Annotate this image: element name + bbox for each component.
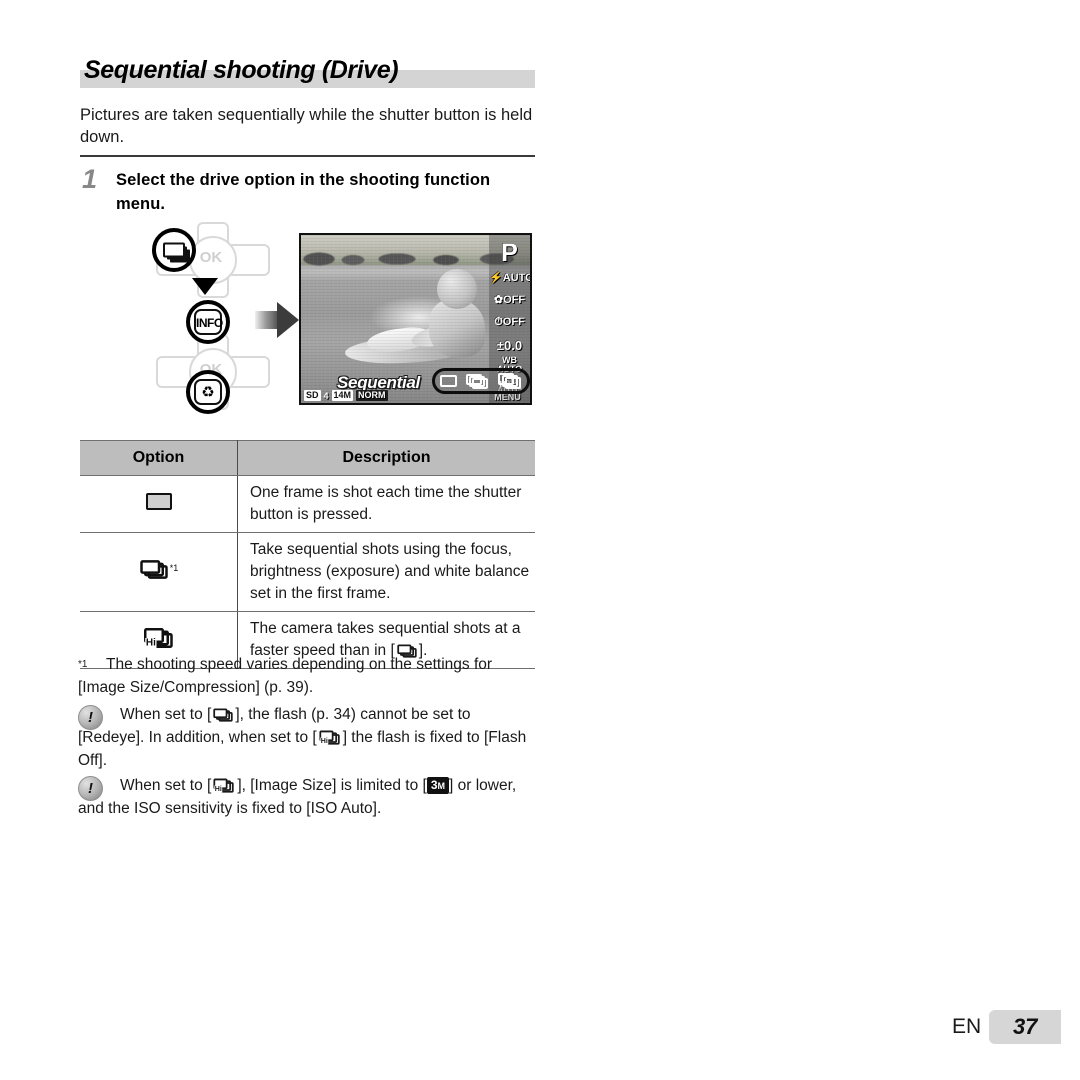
caution-icon: ! (78, 705, 103, 730)
single-frame-icon (145, 493, 172, 515)
step-number: 1 (82, 164, 98, 194)
card-indicator: SD (304, 390, 321, 401)
down-arrow-icon (192, 278, 218, 295)
sequential-button-highlight[interactable] (152, 228, 196, 272)
page-title: Sequential shooting (Drive) (84, 56, 399, 84)
description-cell: One frame is shot each time the shutter … (237, 475, 535, 533)
note-text-part1: When set to [ (120, 777, 212, 794)
manual-page: Sequential shooting (Drive) Pictures are… (0, 0, 1080, 1080)
image-size-3m-badge: 3M (426, 777, 450, 794)
exposure-compensation-indicator: ±0.0 (496, 338, 523, 353)
right-arrow-icon (255, 302, 299, 338)
hi-sequential-icon[interactable]: Hi (498, 373, 522, 389)
sequential-button-icon (163, 242, 185, 258)
step-instruction: Select the drive option in the shooting … (116, 171, 491, 213)
flash-mode-indicator: ⚡AUTO (489, 272, 532, 284)
note-image-size-restriction: ! When set to [Hi], [Image Size] is limi… (78, 774, 540, 820)
column-header-option: Option (80, 440, 238, 476)
note-text-part1: When set to [ (120, 706, 212, 723)
page-number: 37 (989, 1010, 1062, 1044)
sequential-icon: *1 (139, 560, 179, 582)
note-flash-restriction: ! When set to [], the flash (p. 34) cann… (78, 703, 540, 772)
table-header-row: Option Description (80, 440, 535, 476)
trash-button-highlight[interactable]: ♻ (186, 370, 230, 414)
hi-sequential-icon: Hi (319, 730, 340, 745)
single-frame-icon[interactable] (439, 375, 457, 387)
footnote: *1 The shooting speed varies depending o… (78, 653, 540, 699)
footnote-mark: *1 (169, 562, 179, 573)
info-button-highlight[interactable]: INFO (186, 300, 230, 344)
shots-remaining: 4 (323, 390, 329, 401)
info-icon: INFO (194, 309, 223, 335)
option-cell: *1 (80, 532, 238, 612)
hi-sequential-icon: Hi (213, 778, 235, 793)
quality-indicator: NORM (356, 390, 388, 401)
language-code: EN (952, 1015, 982, 1038)
description-cell: Take sequential shots using the focus, b… (237, 532, 535, 612)
column-header-description: Description (237, 440, 535, 476)
note-text: When set to [], the flash (p. 34) cannot… (78, 706, 526, 769)
self-timer-indicator: ⏱OFF (494, 316, 525, 328)
page-footer: EN 37 (952, 1010, 1062, 1044)
caution-icon: ! (78, 776, 103, 801)
options-table: Option Description One frame is shot eac… (80, 440, 535, 669)
sequential-icon (213, 708, 234, 722)
macro-mode-indicator: ✿OFF (493, 294, 526, 306)
section-heading: Sequential shooting (Drive) (80, 56, 535, 90)
option-cell (80, 475, 238, 533)
ok-button-label: OK (199, 249, 223, 266)
lcd-status-bar: SD 4 14M NORM (304, 390, 388, 401)
note-text-part2: ], [Image Size] is limited to [ (237, 777, 427, 794)
table-row: *1 Take sequential shots using the focus… (80, 532, 535, 612)
trash-icon: ♻ (194, 379, 222, 405)
hi-sequential-icon: Hi (143, 627, 175, 651)
sequential-icon[interactable] (466, 373, 489, 389)
shooting-mode-indicator: P (501, 239, 518, 267)
drive-mode-selector[interactable]: Hi (432, 368, 530, 394)
note-text: When set to [Hi], [Image Size] is limite… (78, 777, 516, 817)
image-size-indicator: 14M (331, 390, 354, 401)
footnote-mark: *1 (78, 659, 88, 670)
footnote-text: The shooting speed varies depending on t… (78, 656, 493, 696)
camera-lcd-screen: P ⚡AUTO ✿OFF ⏱OFF ±0.0 WB AUTO ISO AUTO … (299, 233, 532, 405)
section-divider (80, 155, 535, 157)
table-row: One frame is shot each time the shutter … (80, 475, 535, 533)
intro-paragraph: Pictures are taken sequentially while th… (80, 106, 533, 146)
